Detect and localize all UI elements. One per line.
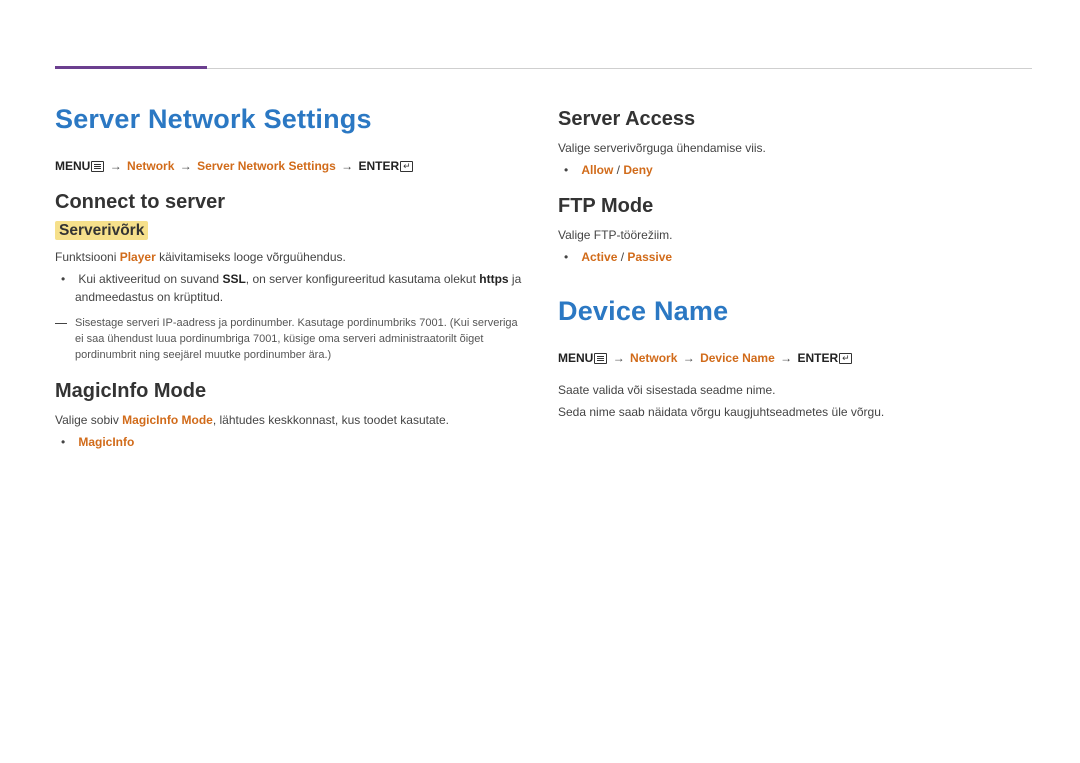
section-indicator-bar [55, 66, 207, 69]
right-column: Server Access Valige serverivõrguga ühen… [558, 104, 1025, 461]
breadcrumb-device-name: MENU → Network → Device Name → ENTER [558, 349, 1025, 367]
enter-icon [839, 353, 852, 364]
server-access-options: Allow / Deny [578, 161, 1025, 179]
ip-port-note-row: Sisestage serveri IP-aadress ja pordinum… [55, 316, 522, 364]
subheading-serverivork: Serverivõrk [55, 221, 148, 240]
section-title-device-name: Device Name [558, 296, 1025, 327]
heading-connect-to-server: Connect to server [55, 191, 522, 214]
passive-label: Passive [627, 250, 672, 264]
player-keyword: Player [120, 250, 156, 264]
active-passive-option: Active / Passive [578, 248, 1025, 266]
text: Valige sobiv [55, 413, 122, 427]
menu-icon [91, 161, 104, 172]
device-name-line1: Saate valida või sisestada seadme nime. [558, 381, 1025, 399]
text: käivitamiseks looge võrguühendus. [156, 250, 346, 264]
active-label: Active [581, 250, 617, 264]
breadcrumb-server-network-settings: MENU → Network → Server Network Settings… [55, 157, 522, 175]
heading-server-access: Server Access [558, 108, 1025, 131]
breadcrumb-network: Network [127, 159, 174, 173]
ssl-keyword: SSL [222, 272, 245, 286]
slash: / [613, 163, 623, 177]
deny-label: Deny [623, 163, 652, 177]
device-name-line2: Seda nime saab näidata võrgu kaugjuhtsea… [558, 403, 1025, 421]
breadcrumb-menu-label: MENU [55, 159, 90, 173]
server-access-line: Valige serverivõrguga ühendamise viis. [558, 139, 1025, 157]
heading-ftp-mode: FTP Mode [558, 195, 1025, 218]
text: , lähtudes keskkonnast, kus toodet kasut… [213, 413, 449, 427]
heading-magicinfo-mode: MagicInfo Mode [55, 380, 522, 403]
https-keyword: https [479, 272, 508, 286]
magicinfo-line: Valige sobiv MagicInfo Mode, lähtudes ke… [55, 411, 522, 429]
enter-icon [400, 161, 413, 172]
connect-bullets: Kui aktiveeritud on suvand SSL, on serve… [75, 270, 522, 306]
connect-line1: Funktsiooni Player käivitamiseks looge v… [55, 248, 522, 266]
text: , on server konfigureeritud kasutama ole… [246, 272, 479, 286]
slash: / [617, 250, 627, 264]
magicinfo-option: MagicInfo [75, 433, 522, 451]
text: Kui aktiveeritud on suvand [78, 272, 222, 286]
allow-label: Allow [581, 163, 613, 177]
allow-deny-option: Allow / Deny [578, 161, 1025, 179]
ip-port-note: Sisestage serveri IP-aadress ja pordinum… [75, 316, 522, 364]
ftp-mode-options: Active / Passive [578, 248, 1025, 266]
note-dash-icon [55, 323, 67, 324]
section-title-server-network-settings: Server Network Settings [55, 104, 522, 135]
ssl-note-bullet: Kui aktiveeritud on suvand SSL, on serve… [75, 270, 522, 306]
breadcrumb-menu-label: MENU [558, 351, 593, 365]
content-columns: Server Network Settings MENU → Network →… [55, 104, 1025, 461]
magicinfo-options: MagicInfo [75, 433, 522, 451]
magicinfo-keyword: MagicInfo Mode [122, 413, 213, 427]
breadcrumb-device-name: Device Name [700, 351, 775, 365]
text: Funktsiooni [55, 250, 120, 264]
breadcrumb-network: Network [630, 351, 677, 365]
breadcrumb-server-network-settings: Server Network Settings [197, 159, 336, 173]
breadcrumb-enter-label: ENTER [358, 159, 399, 173]
breadcrumb-enter-label: ENTER [797, 351, 838, 365]
ftp-mode-line: Valige FTP-töörežiim. [558, 226, 1025, 244]
subheading-serverivork-wrap: Serverivõrk [55, 222, 522, 240]
menu-icon [594, 353, 607, 364]
left-column: Server Network Settings MENU → Network →… [55, 104, 522, 461]
magicinfo-option-label: MagicInfo [78, 435, 134, 449]
